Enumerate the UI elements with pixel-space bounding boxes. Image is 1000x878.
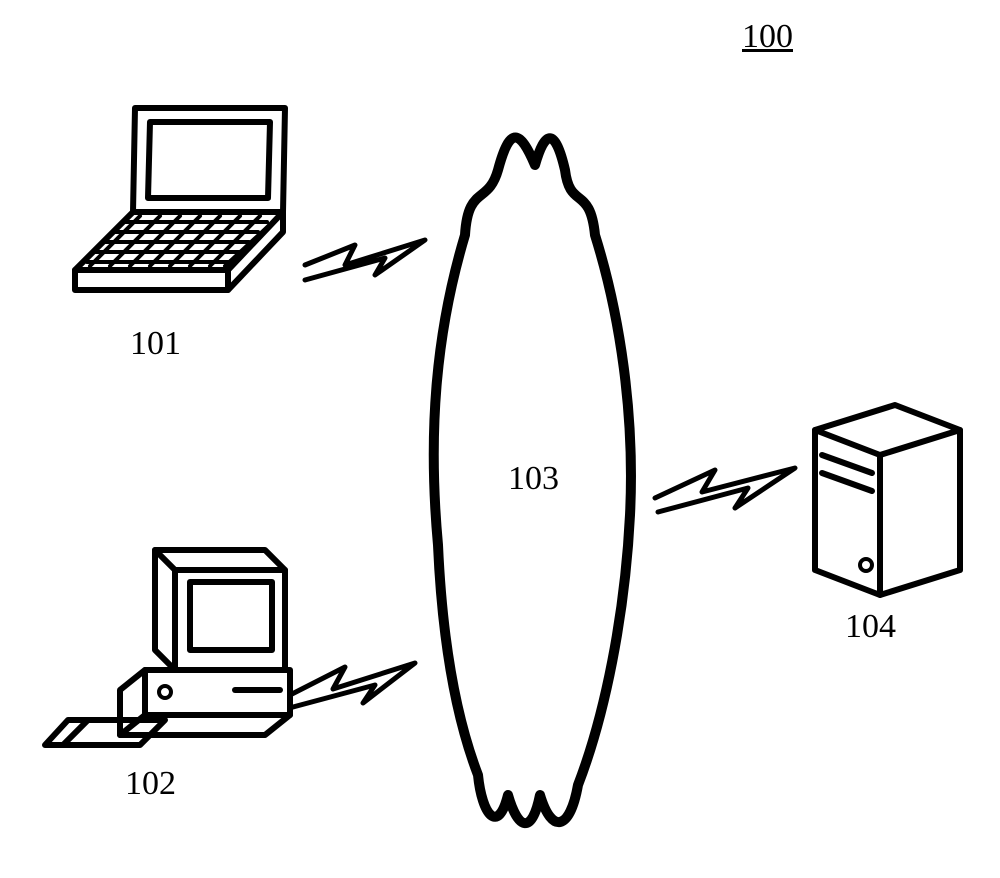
- figure-number: 100: [742, 18, 793, 56]
- laptop-label: 101: [130, 325, 181, 363]
- wireless-link-laptop-to-network: [300, 230, 430, 290]
- desktop-icon: [40, 540, 300, 760]
- laptop-icon: [60, 100, 310, 335]
- network-label: 103: [508, 460, 559, 498]
- network-diagram: 100: [0, 0, 1000, 878]
- wireless-link-desktop-to-network: [285, 655, 420, 715]
- server-icon: [800, 395, 975, 605]
- wireless-link-network-to-server: [650, 460, 800, 520]
- desktop-label: 102: [125, 765, 176, 803]
- server-label: 104: [845, 608, 896, 646]
